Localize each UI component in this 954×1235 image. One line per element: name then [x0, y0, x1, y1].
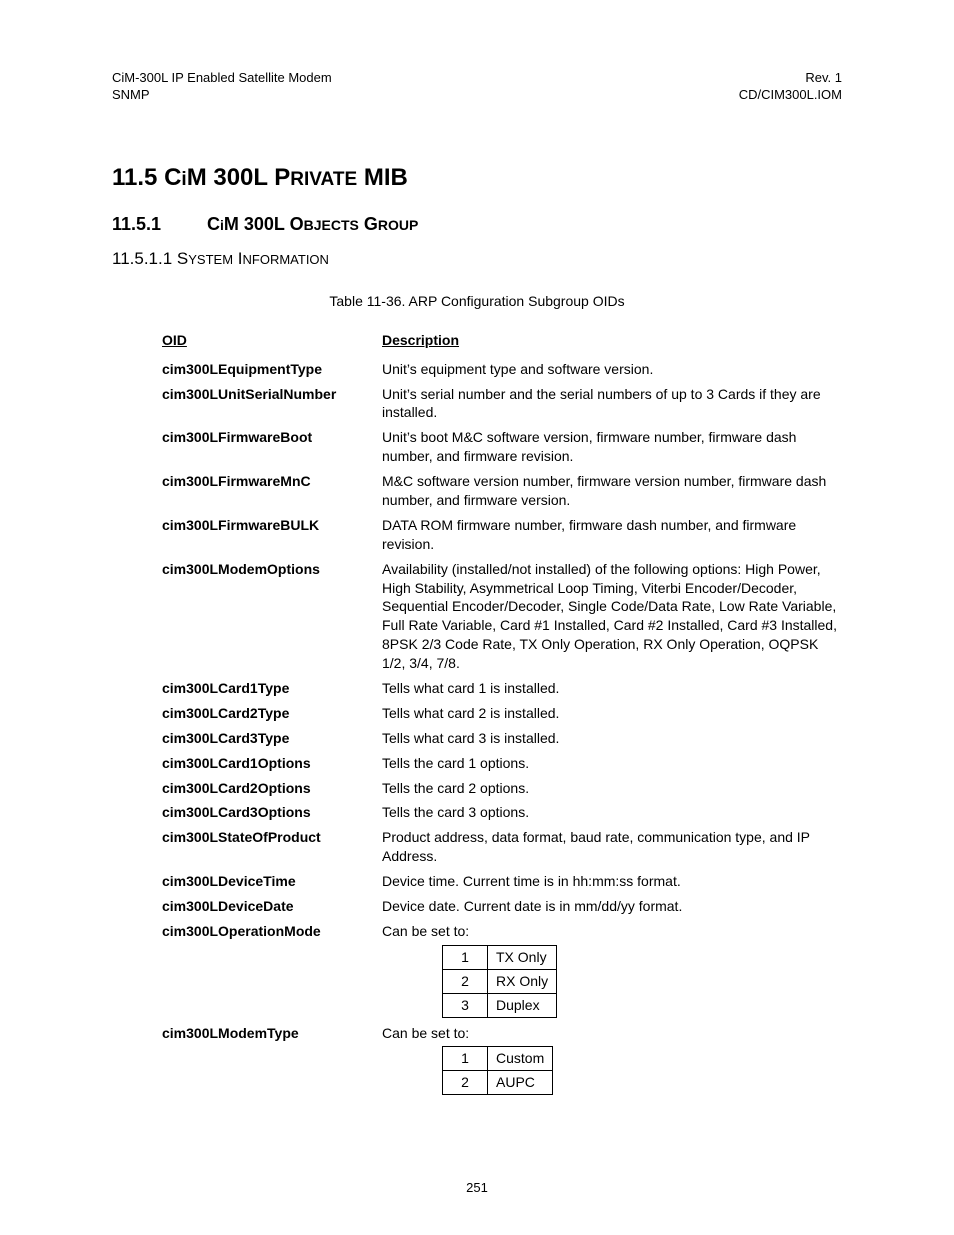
h1-text: CiM 300L PRIVATE MIB [164, 164, 408, 191]
enum-value: TX Only [488, 945, 557, 969]
h1-number: 11.5 [112, 164, 157, 191]
heading-2: 11.5.1 CiM 300L OBJECTS GROUP [112, 214, 842, 235]
description-cell: Tells the card 1 options. [382, 754, 842, 773]
heading-3: 11.5.1.1 SYSTEM INFORMATION [112, 249, 842, 269]
oid-cell: cim300LCard2Type [162, 704, 382, 723]
description-cell: Unit’s serial number and the serial numb… [382, 385, 842, 423]
oid-cell: cim300LFirmwareMnC [162, 472, 382, 510]
column-header-description: Description [382, 331, 842, 354]
header-left-line2: SNMP [112, 87, 150, 102]
h3-text: SYSTEM INFORMATION [177, 249, 329, 268]
enum-value: Custom [488, 1047, 553, 1071]
oid-cell: cim300LModemType [162, 1024, 382, 1096]
description-cell: Device time. Current time is in hh:mm:ss… [382, 872, 842, 891]
oid-cell: cim300LFirmwareBoot [162, 428, 382, 466]
h2-number: 11.5.1 [112, 214, 202, 235]
page-number: 251 [466, 1180, 488, 1195]
header-right-line2: CD/CIM300L.IOM [739, 87, 842, 102]
description-cell: Tells the card 3 options. [382, 803, 842, 822]
description-cell: Availability (installed/not installed) o… [382, 560, 842, 673]
description-cell: M&C software version number, firmware ve… [382, 472, 842, 510]
header-right-line1: Rev. 1 [805, 70, 842, 85]
header-right: Rev. 1 CD/CIM300L.IOM [739, 70, 842, 104]
column-header-oid: OID [162, 331, 382, 354]
oid-cell: cim300LOperationMode [162, 922, 382, 1018]
heading-1: 11.5 CiM 300L PRIVATE MIB [112, 164, 842, 192]
enum-number: 2 [443, 1071, 488, 1095]
oid-cell: cim300LCard3Type [162, 729, 382, 748]
description-cell: Device date. Current date is in mm/dd/yy… [382, 897, 842, 916]
description-cell: Unit’s boot M&C software version, firmwa… [382, 428, 842, 466]
oid-cell: cim300LCard1Options [162, 754, 382, 773]
page-footer: 251 [0, 1180, 954, 1195]
enum-number: 2 [443, 969, 488, 993]
oid-cell: cim300LCard1Type [162, 679, 382, 698]
oid-table: OID Description cim300LEquipmentTypeUnit… [162, 331, 842, 1095]
description-cell: Tells what card 2 is installed. [382, 704, 842, 723]
description-cell: Tells the card 2 options. [382, 779, 842, 798]
description-cell: Tells what card 1 is installed. [382, 679, 842, 698]
enum-value: Duplex [488, 993, 557, 1017]
oid-cell: cim300LCard2Options [162, 779, 382, 798]
header-left: CiM-300L IP Enabled Satellite Modem SNMP [112, 70, 332, 104]
page-header: CiM-300L IP Enabled Satellite ModemSNMP … [112, 70, 842, 104]
enum-number: 1 [443, 1047, 488, 1071]
oid-cell: cim300LModemOptions [162, 560, 382, 673]
oid-cell: cim300LEquipmentType [162, 360, 382, 379]
oid-cell: cim300LDeviceDate [162, 897, 382, 916]
enum-table: 1Custom2AUPC [442, 1046, 553, 1095]
enum-value: RX Only [488, 969, 557, 993]
enum-value: AUPC [488, 1071, 553, 1095]
header-left-line1: CiM-300L IP Enabled Satellite Modem [112, 70, 332, 85]
enum-table: 1TX Only2RX Only3Duplex [442, 945, 557, 1018]
oid-cell: cim300LFirmwareBULK [162, 516, 382, 554]
description-cell: Can be set to:1Custom2AUPC [382, 1024, 842, 1096]
oid-cell: cim300LCard3Options [162, 803, 382, 822]
description-cell: Product address, data format, baud rate,… [382, 828, 842, 866]
description-cell: Tells what card 3 is installed. [382, 729, 842, 748]
description-cell: Unit’s equipment type and software versi… [382, 360, 842, 379]
description-cell: Can be set to:1TX Only2RX Only3Duplex [382, 922, 842, 1018]
oid-cell: cim300LUnitSerialNumber [162, 385, 382, 423]
h3-number: 11.5.1.1 [112, 249, 172, 268]
h2-text: CiM 300L OBJECTS GROUP [207, 214, 418, 234]
oid-cell: cim300LStateOfProduct [162, 828, 382, 866]
table-caption: Table 11-36. ARP Configuration Subgroup … [112, 293, 842, 309]
enum-number: 3 [443, 993, 488, 1017]
enum-number: 1 [443, 945, 488, 969]
description-cell: DATA ROM firmware number, firmware dash … [382, 516, 842, 554]
page: CiM-300L IP Enabled Satellite ModemSNMP … [0, 0, 954, 1235]
oid-cell: cim300LDeviceTime [162, 872, 382, 891]
